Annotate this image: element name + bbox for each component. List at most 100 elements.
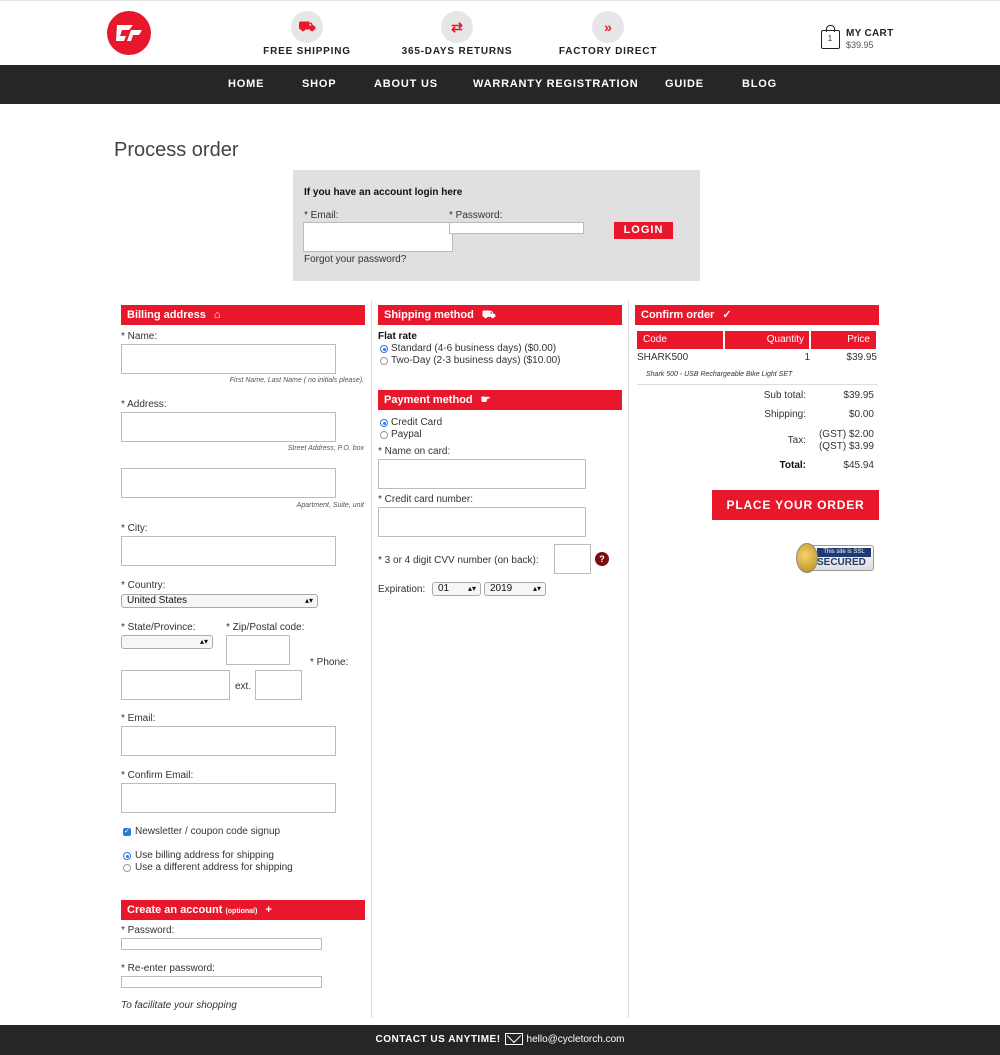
feature-returns: ⇄ 365-DAYS RETURNS bbox=[387, 11, 527, 57]
item-price: $39.95 bbox=[846, 352, 877, 363]
account-password-input[interactable] bbox=[121, 938, 322, 950]
mail-icon bbox=[504, 1033, 523, 1046]
billing-section-header: Billing address ⌂ bbox=[121, 305, 365, 325]
cart-count: 1 bbox=[827, 34, 833, 43]
select-arrows-icon: ▴▾ bbox=[467, 584, 476, 593]
address2-hint: Apartment, Suite, unit bbox=[296, 502, 364, 509]
nav-guide[interactable]: GUIDE bbox=[665, 78, 704, 90]
two-day-shipping-label: Two-Day (2-3 business days) ($10.00) bbox=[391, 355, 561, 366]
expiration-month-select[interactable]: 01 ▴▾ bbox=[432, 582, 481, 596]
select-arrows-icon: ▴▾ bbox=[199, 637, 208, 646]
nav-warranty-registration[interactable]: WARRANTY REGISTRATION bbox=[473, 78, 639, 90]
shipping-cost-value: $0.00 bbox=[848, 409, 874, 420]
zip-label: * Zip/Postal code: bbox=[226, 622, 305, 633]
confirm-order-header: Confirm order ✓ bbox=[635, 305, 879, 325]
account-reenter-input[interactable] bbox=[121, 976, 322, 988]
order-table-header: Code Quantity Price bbox=[637, 331, 878, 349]
truck-icon: ⛟ bbox=[291, 11, 323, 43]
ssl-secured-badge: This site is SSL SECURED bbox=[796, 543, 876, 573]
different-address-label: Use a different address for shipping bbox=[135, 862, 293, 873]
account-password-label: * Password: bbox=[121, 925, 175, 936]
cart-title: MY CART bbox=[846, 28, 894, 39]
feature-factory-direct: » FACTORY DIRECT bbox=[538, 11, 678, 57]
ssl-badge-top: This site is SSL bbox=[817, 548, 871, 557]
create-account-title: Create an account bbox=[127, 904, 223, 916]
nav-home[interactable]: HOME bbox=[228, 78, 264, 90]
two-day-shipping-radio[interactable] bbox=[380, 357, 388, 365]
double-chevron-icon: » bbox=[592, 11, 624, 43]
plus-icon: + bbox=[265, 904, 272, 916]
address-label: * Address: bbox=[121, 399, 167, 410]
name-hint: First Name, Last Name ( no initials plea… bbox=[229, 377, 364, 384]
card-name-label: * Name on card: bbox=[378, 446, 451, 457]
country-select[interactable]: United States ▴▾ bbox=[121, 594, 318, 608]
address-input[interactable] bbox=[121, 412, 336, 442]
phone-ext-input[interactable] bbox=[255, 670, 302, 700]
help-icon[interactable]: ? bbox=[595, 552, 609, 566]
column-divider bbox=[371, 300, 372, 1018]
paypal-radio[interactable] bbox=[380, 431, 388, 439]
arrows-exchange-icon: ⇄ bbox=[441, 11, 473, 43]
card-number-input[interactable] bbox=[378, 507, 586, 537]
zip-input[interactable] bbox=[226, 635, 290, 665]
card-number-label: * Credit card number: bbox=[378, 494, 474, 505]
confirm-email-input[interactable] bbox=[121, 783, 336, 813]
feature-free-shipping: ⛟ FREE SHIPPING bbox=[237, 11, 377, 57]
cart-price: $39.95 bbox=[846, 40, 874, 50]
footer-contact: CONTACT US ANYTIME! bbox=[375, 1034, 501, 1045]
city-input[interactable] bbox=[121, 536, 336, 566]
city-label: * City: bbox=[121, 523, 148, 534]
same-address-radio[interactable] bbox=[123, 852, 131, 860]
nav-about-us[interactable]: ABOUT US bbox=[374, 78, 438, 90]
login-email-input[interactable] bbox=[303, 222, 453, 252]
shipping-title: Shipping method bbox=[384, 309, 474, 321]
tax-qst-value: (QST) $3.99 bbox=[818, 441, 874, 452]
feature-label: FACTORY DIRECT bbox=[558, 46, 658, 57]
subtotal-label: Sub total: bbox=[763, 390, 806, 401]
card-name-input[interactable] bbox=[378, 459, 586, 489]
footer-email-link[interactable]: hello@cycletorch.com bbox=[527, 1034, 625, 1045]
select-arrows-icon: ▴▾ bbox=[532, 584, 541, 593]
feature-label: FREE SHIPPING bbox=[263, 46, 351, 57]
flat-rate-label: Flat rate bbox=[378, 331, 417, 342]
padlock-icon bbox=[796, 543, 818, 573]
login-box: If you have an account login here * Emai… bbox=[293, 170, 700, 281]
address2-input[interactable] bbox=[121, 468, 336, 498]
column-quantity: Quantity bbox=[725, 331, 809, 349]
email-input[interactable] bbox=[121, 726, 336, 756]
different-address-radio[interactable] bbox=[123, 864, 131, 872]
login-password-input[interactable] bbox=[449, 222, 584, 234]
ssl-badge-bottom: SECURED bbox=[817, 557, 866, 568]
name-input[interactable] bbox=[121, 344, 336, 374]
newsletter-checkbox[interactable]: ✓ bbox=[123, 828, 131, 836]
item-description: Shark 500 - USB Rechargeable Bike Light … bbox=[646, 371, 793, 378]
brand-logo[interactable] bbox=[107, 11, 151, 55]
select-arrows-icon: ▴▾ bbox=[304, 596, 313, 605]
nav-blog[interactable]: BLOG bbox=[742, 78, 777, 90]
total-value: $45.94 bbox=[843, 460, 874, 471]
cvv-input[interactable] bbox=[554, 544, 591, 574]
order-divider bbox=[637, 384, 878, 385]
account-reenter-label: * Re-enter password: bbox=[121, 963, 215, 974]
page-title: Process order bbox=[114, 139, 239, 161]
logo-icon bbox=[116, 25, 142, 41]
phone-input[interactable] bbox=[121, 670, 230, 700]
subtotal-value: $39.95 bbox=[843, 390, 874, 401]
login-button[interactable]: LOGIN bbox=[614, 222, 673, 239]
nav-shop[interactable]: SHOP bbox=[302, 78, 336, 90]
shipping-cost-label: Shipping: bbox=[764, 409, 806, 420]
footer: CONTACT US ANYTIME! hello@cycletorch.com bbox=[0, 1025, 1000, 1055]
cvv-label: * 3 or 4 digit CVV number (on back): bbox=[378, 555, 539, 566]
country-value: United States bbox=[127, 595, 188, 606]
tax-gst-value: (GST) $2.00 bbox=[818, 429, 874, 440]
shopping-bag-icon: 1 bbox=[821, 25, 840, 49]
expiration-year-select[interactable]: 2019 ▴▾ bbox=[484, 582, 546, 596]
ext-label: ext. bbox=[235, 681, 252, 692]
forgot-password-link[interactable]: Forgot your password? bbox=[304, 254, 406, 265]
state-select[interactable]: ▴▾ bbox=[121, 635, 213, 649]
credit-card-label: Credit Card bbox=[391, 417, 443, 428]
standard-shipping-radio[interactable] bbox=[380, 345, 388, 353]
place-order-button[interactable]: PLACE YOUR ORDER bbox=[712, 490, 879, 520]
credit-card-radio[interactable] bbox=[380, 419, 388, 427]
hand-icon: ☛ bbox=[480, 394, 491, 406]
